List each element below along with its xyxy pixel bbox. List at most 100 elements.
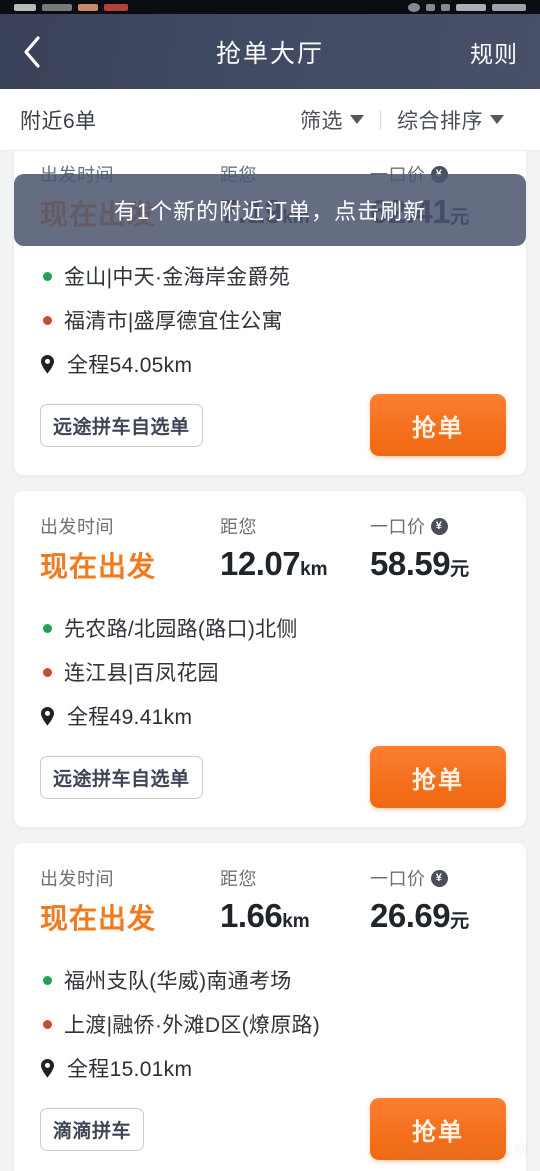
order-type-tag[interactable]: 远途拼车自选单 <box>40 403 203 447</box>
location-pin-icon <box>40 706 55 726</box>
price-unit: 元 <box>450 559 470 580</box>
price-label: 一口价 <box>370 517 426 537</box>
page-title: 抢单大厅 <box>215 39 324 68</box>
distance-value: 1.66 <box>220 897 283 934</box>
grab-order-button[interactable]: 抢单 <box>370 394 506 456</box>
location-pin-icon <box>40 354 55 374</box>
order-footer: 远途拼车自选单 抢单 <box>34 393 506 457</box>
clock-icon <box>492 3 526 11</box>
filter-label: 筛选 <box>300 109 343 133</box>
origin-row: 福州支队(华威)南通考场 <box>40 965 506 995</box>
address-list: 金山|中天·金海岸金爵苑 福清市|盛厚德宜住公寓 全程54.05km <box>34 261 506 379</box>
navigation-bar: 抢单大厅 规则 <box>0 14 540 89</box>
sort-dropdown[interactable]: 综合排序 <box>381 105 520 135</box>
battery-icon <box>456 3 486 11</box>
distance-column: 距您 1.66km <box>220 865 370 935</box>
distance-value: 12.07 <box>220 545 301 582</box>
toast-message: 有1个新的附近订单，点击刷新 <box>113 199 427 224</box>
total-distance-row: 全程15.01km <box>40 1053 506 1083</box>
chevron-left-icon <box>22 35 42 69</box>
destination-row: 上渡|融侨·外滩D区(燎原路) <box>40 1009 506 1039</box>
filter-actions: 筛选 综合排序 <box>284 105 520 135</box>
distance-unit: km <box>282 911 310 932</box>
status-icon-a <box>14 3 36 11</box>
destination-dot-icon <box>43 1019 52 1029</box>
yuan-badge-icon: ¥ <box>430 869 448 887</box>
depart-time-value: 现在出发 <box>40 903 157 934</box>
price-value-wrap: 58.59元 <box>370 545 506 583</box>
origin-dot-icon <box>43 271 52 281</box>
address-list: 先农路/北园路(路口)北侧 连江县|百凤花园 全程49.41km <box>34 613 506 731</box>
destination-address: 福清市|盛厚德宜住公寓 <box>64 310 283 333</box>
depart-time-column: 出发时间 现在出发 <box>40 513 220 585</box>
chevron-down-icon <box>350 115 364 124</box>
status-bar-left-icons <box>14 3 128 11</box>
distance-label: 距您 <box>220 517 257 537</box>
origin-dot-icon <box>43 975 52 985</box>
total-distance-text: 全程49.41km <box>67 706 193 729</box>
status-icon-sim <box>441 3 450 11</box>
distance-label: 距您 <box>220 869 257 889</box>
chevron-down-icon <box>490 115 504 124</box>
order-card[interactable]: 出发时间 现在出发 距您 12.07km 一口价 ¥ 58.59元 先农路/北园… <box>14 491 526 827</box>
order-footer: 远途拼车自选单 抢单 <box>34 745 506 809</box>
distance-column: 距您 12.07km <box>220 513 370 583</box>
destination-dot-icon <box>43 315 52 325</box>
nearby-order-count: 附近6单 <box>20 109 97 133</box>
address-list: 福州支队(华威)南通考场 上渡|融侨·外滩D区(燎原路) 全程15.01km <box>34 965 506 1083</box>
status-icon-b <box>42 3 72 11</box>
status-icon-d <box>104 3 128 11</box>
order-card[interactable]: 出发时间 现在出发 距您 1.66km 一口价 ¥ 26.69元 福州支队(华威… <box>14 843 526 1171</box>
status-bar <box>0 0 540 14</box>
back-button[interactable] <box>22 32 56 72</box>
sort-label: 综合排序 <box>397 109 483 133</box>
origin-address: 金山|中天·金海岸金爵苑 <box>64 266 291 289</box>
price-value: 58.59 <box>370 545 451 582</box>
destination-row: 福清市|盛厚德宜住公寓 <box>40 305 506 335</box>
price-value-wrap: 26.69元 <box>370 897 506 935</box>
origin-row: 先农路/北园路(路口)北侧 <box>40 613 506 643</box>
total-distance-text: 全程15.01km <box>67 1058 193 1081</box>
yuan-badge-icon: ¥ <box>430 517 448 535</box>
destination-address: 连江县|百凤花园 <box>64 662 219 685</box>
distance-value-wrap: 1.66km <box>220 897 370 935</box>
price-label-wrap: 一口价 ¥ <box>370 513 506 539</box>
price-value: 26.69 <box>370 897 451 934</box>
destination-dot-icon <box>43 667 52 677</box>
filter-dropdown[interactable]: 筛选 <box>284 105 380 135</box>
total-distance-row: 全程54.05km <box>40 349 506 379</box>
filter-bar: 附近6单 筛选 综合排序 <box>0 89 540 151</box>
status-icon-signal <box>408 2 420 12</box>
total-distance-row: 全程49.41km <box>40 701 506 731</box>
order-type-tag[interactable]: 滴滴拼车 <box>40 1107 145 1151</box>
depart-time-column: 出发时间 现在出发 <box>40 865 220 937</box>
new-orders-toast[interactable]: 有1个新的附近订单，点击刷新 <box>14 174 526 246</box>
distance-value-wrap: 12.07km <box>220 545 370 583</box>
depart-time-label: 出发时间 <box>40 517 114 537</box>
total-distance-text: 全程54.05km <box>67 354 193 377</box>
order-summary: 出发时间 现在出发 距您 12.07km 一口价 ¥ 58.59元 <box>34 513 506 585</box>
origin-row: 金山|中天·金海岸金爵苑 <box>40 261 506 291</box>
origin-address: 福州支队(华威)南通考场 <box>64 970 292 993</box>
origin-address: 先农路/北园路(路口)北侧 <box>64 618 298 641</box>
order-summary: 出发时间 现在出发 距您 1.66km 一口价 ¥ 26.69元 <box>34 865 506 937</box>
price-label-wrap: 一口价 ¥ <box>370 865 506 891</box>
price-unit: 元 <box>450 911 470 932</box>
distance-unit: km <box>300 559 328 580</box>
destination-row: 连江县|百凤花园 <box>40 657 506 687</box>
destination-address: 上渡|融侨·外滩D区(燎原路) <box>64 1014 321 1037</box>
depart-time-value: 现在出发 <box>40 551 157 582</box>
grab-order-button[interactable]: 抢单 <box>370 746 506 808</box>
depart-time-label: 出发时间 <box>40 869 114 889</box>
location-pin-icon <box>40 1058 55 1078</box>
price-column: 一口价 ¥ 26.69元 <box>370 865 506 935</box>
price-column: 一口价 ¥ 58.59元 <box>370 513 506 583</box>
app-root: 抢单大厅 规则 附近6单 筛选 综合排序 有1个新的附近订单，点击刷新 金山|中… <box>0 0 540 1171</box>
status-icon-c <box>78 3 98 11</box>
order-list[interactable]: 有1个新的附近订单，点击刷新 出发时间 现在出发 距您 7.19km 一口价 ¥ <box>0 151 540 1171</box>
price-label: 一口价 <box>370 869 426 889</box>
origin-dot-icon <box>43 623 52 633</box>
rules-button[interactable]: 规则 <box>470 35 518 69</box>
watermark: 百度知道·出租师傅 <box>396 1143 530 1160</box>
order-type-tag[interactable]: 远途拼车自选单 <box>40 755 203 799</box>
